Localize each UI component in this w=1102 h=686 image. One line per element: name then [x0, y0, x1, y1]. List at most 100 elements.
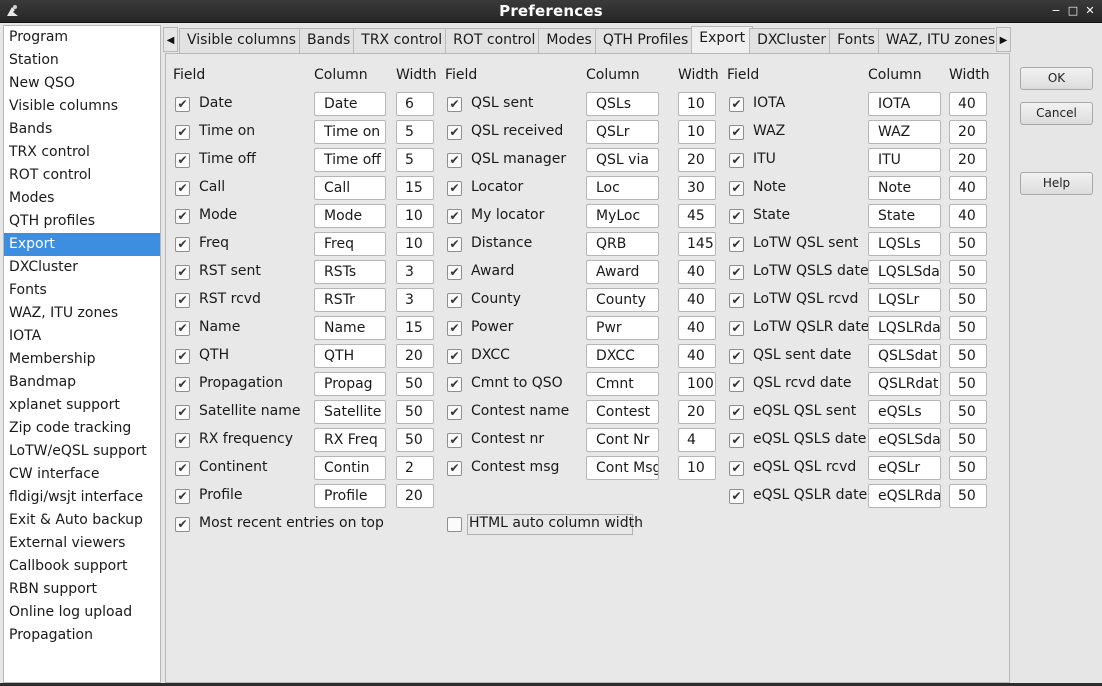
column-width-input[interactable]: 10 — [396, 204, 434, 228]
sidebar-item-modes[interactable]: Modes — [4, 187, 160, 210]
column-width-input[interactable]: 5 — [396, 120, 434, 144]
column-name-input[interactable]: RSTs — [314, 260, 386, 284]
column-name-input[interactable]: QSLs — [586, 92, 659, 116]
tab-bands[interactable]: Bands — [299, 28, 358, 53]
field-checkbox[interactable]: ✔ — [175, 209, 190, 224]
column-width-input[interactable]: 2 — [396, 456, 434, 480]
tab-fonts[interactable]: Fonts — [829, 28, 882, 53]
column-name-input[interactable]: LQSLr — [868, 288, 941, 312]
column-name-input[interactable]: Cont Nr — [586, 428, 659, 452]
cancel-button[interactable]: Cancel — [1020, 102, 1093, 125]
minimize-button[interactable]: − — [1049, 4, 1063, 18]
sidebar-item-lotw-eqsl-support[interactable]: LoTW/eQSL support — [4, 440, 160, 463]
sidebar-item-visible-columns[interactable]: Visible columns — [4, 95, 160, 118]
field-checkbox[interactable]: ✔ — [729, 153, 744, 168]
column-name-input[interactable]: IOTA — [868, 92, 941, 116]
column-width-input[interactable]: 10 — [396, 232, 434, 256]
column-width-input[interactable]: 20 — [949, 120, 987, 144]
field-checkbox[interactable]: ✔ — [447, 349, 462, 364]
preferences-nav-list[interactable]: Program Station New QSO Visible columns Band… — [3, 25, 161, 683]
column-width-input[interactable]: 50 — [949, 344, 987, 368]
column-width-input[interactable]: 50 — [949, 484, 987, 508]
close-button[interactable]: ✕ — [1083, 4, 1097, 18]
column-width-input[interactable]: 10 — [678, 120, 716, 144]
sidebar-item-callbook-support[interactable]: Callbook support — [4, 555, 160, 578]
column-name-input[interactable]: QSLRdat — [868, 372, 941, 396]
field-checkbox[interactable]: ✔ — [175, 97, 190, 112]
sidebar-item-online-log-upload[interactable]: Online log upload — [4, 601, 160, 624]
column-width-input[interactable]: 15 — [396, 316, 434, 340]
sidebar-item-bandmap[interactable]: Bandmap — [4, 371, 160, 394]
column-width-input[interactable]: 50 — [949, 316, 987, 340]
field-checkbox[interactable]: ✔ — [447, 377, 462, 392]
column-name-input[interactable]: Contin — [314, 456, 386, 480]
column-width-input[interactable]: 4 — [678, 428, 716, 452]
html-auto-width-checkbox[interactable] — [447, 517, 462, 532]
sidebar-item-fonts[interactable]: Fonts — [4, 279, 160, 302]
column-width-input[interactable]: 10 — [678, 456, 716, 480]
sidebar-item-waz-itu-zones[interactable]: WAZ, ITU zones — [4, 302, 160, 325]
column-width-input[interactable]: 50 — [949, 232, 987, 256]
tab-modes[interactable]: Modes — [538, 28, 599, 53]
column-name-input[interactable]: Date — [314, 92, 386, 116]
field-checkbox[interactable]: ✔ — [447, 433, 462, 448]
field-checkbox[interactable]: ✔ — [447, 265, 462, 280]
sidebar-item-cw-interface[interactable]: CW interface — [4, 463, 160, 486]
field-checkbox[interactable]: ✔ — [175, 489, 190, 504]
column-name-input[interactable]: QSL via — [586, 148, 659, 172]
column-name-input[interactable]: eQSLRdat — [868, 484, 941, 508]
sidebar-item-fldigi-wsjt-interface[interactable]: fldigi/wsjt interface — [4, 486, 160, 509]
column-name-input[interactable]: Propag — [314, 372, 386, 396]
field-checkbox[interactable]: ✔ — [729, 181, 744, 196]
tab-scroll-left-icon[interactable]: ◀ — [163, 27, 178, 52]
column-name-input[interactable]: QTH — [314, 344, 386, 368]
column-width-input[interactable]: 45 — [678, 204, 716, 228]
column-name-input[interactable]: Profile — [314, 484, 386, 508]
column-width-input[interactable]: 100 — [678, 372, 716, 396]
sidebar-item-dxcluster[interactable]: DXCluster — [4, 256, 160, 279]
column-width-input[interactable]: 50 — [396, 372, 434, 396]
column-name-input[interactable]: eQSLr — [868, 456, 941, 480]
column-width-input[interactable]: 6 — [396, 92, 434, 116]
help-button[interactable]: Help — [1020, 172, 1093, 195]
field-checkbox[interactable]: ✔ — [175, 349, 190, 364]
tab-visible-columns[interactable]: Visible columns — [179, 28, 304, 53]
field-checkbox[interactable]: ✔ — [447, 237, 462, 252]
field-checkbox[interactable]: ✔ — [447, 321, 462, 336]
column-name-input[interactable]: QSLr — [586, 120, 659, 144]
sidebar-item-station[interactable]: Station — [4, 49, 160, 72]
maximize-button[interactable]: □ — [1066, 4, 1080, 18]
field-checkbox[interactable]: ✔ — [447, 461, 462, 476]
column-width-input[interactable]: 40 — [678, 288, 716, 312]
most-recent-checkbox[interactable]: ✔ — [175, 517, 190, 532]
tab-rot-control[interactable]: ROT control — [445, 28, 543, 53]
column-width-input[interactable]: 3 — [396, 288, 434, 312]
column-name-input[interactable]: eQSLs — [868, 400, 941, 424]
column-name-input[interactable]: LQSLRdat — [868, 316, 941, 340]
tab-scroll-right-icon[interactable]: ▶ — [996, 27, 1011, 52]
column-name-input[interactable]: Cont Msg — [586, 456, 659, 480]
sidebar-item-new-qso[interactable]: New QSO — [4, 72, 160, 95]
column-width-input[interactable]: 20 — [396, 484, 434, 508]
column-name-input[interactable]: LQSLs — [868, 232, 941, 256]
field-checkbox[interactable]: ✔ — [175, 181, 190, 196]
column-width-input[interactable]: 20 — [678, 148, 716, 172]
field-checkbox[interactable]: ✔ — [175, 237, 190, 252]
column-name-input[interactable]: Loc — [586, 176, 659, 200]
sidebar-item-rbn-support[interactable]: RBN support — [4, 578, 160, 601]
column-name-input[interactable]: DXCC — [586, 344, 659, 368]
column-name-input[interactable]: Satellite — [314, 400, 386, 424]
field-checkbox[interactable]: ✔ — [729, 125, 744, 140]
column-name-input[interactable]: Mode — [314, 204, 386, 228]
column-width-input[interactable]: 50 — [949, 456, 987, 480]
field-checkbox[interactable]: ✔ — [447, 153, 462, 168]
column-width-input[interactable]: 50 — [949, 372, 987, 396]
column-name-input[interactable]: ITU — [868, 148, 941, 172]
sidebar-item-rot-control[interactable]: ROT control — [4, 164, 160, 187]
column-name-input[interactable]: RSTr — [314, 288, 386, 312]
column-width-input[interactable]: 20 — [678, 400, 716, 424]
field-checkbox[interactable]: ✔ — [175, 377, 190, 392]
column-name-input[interactable]: QSLSdat — [868, 344, 941, 368]
field-checkbox[interactable]: ✔ — [729, 489, 744, 504]
column-width-input[interactable]: 50 — [949, 260, 987, 284]
